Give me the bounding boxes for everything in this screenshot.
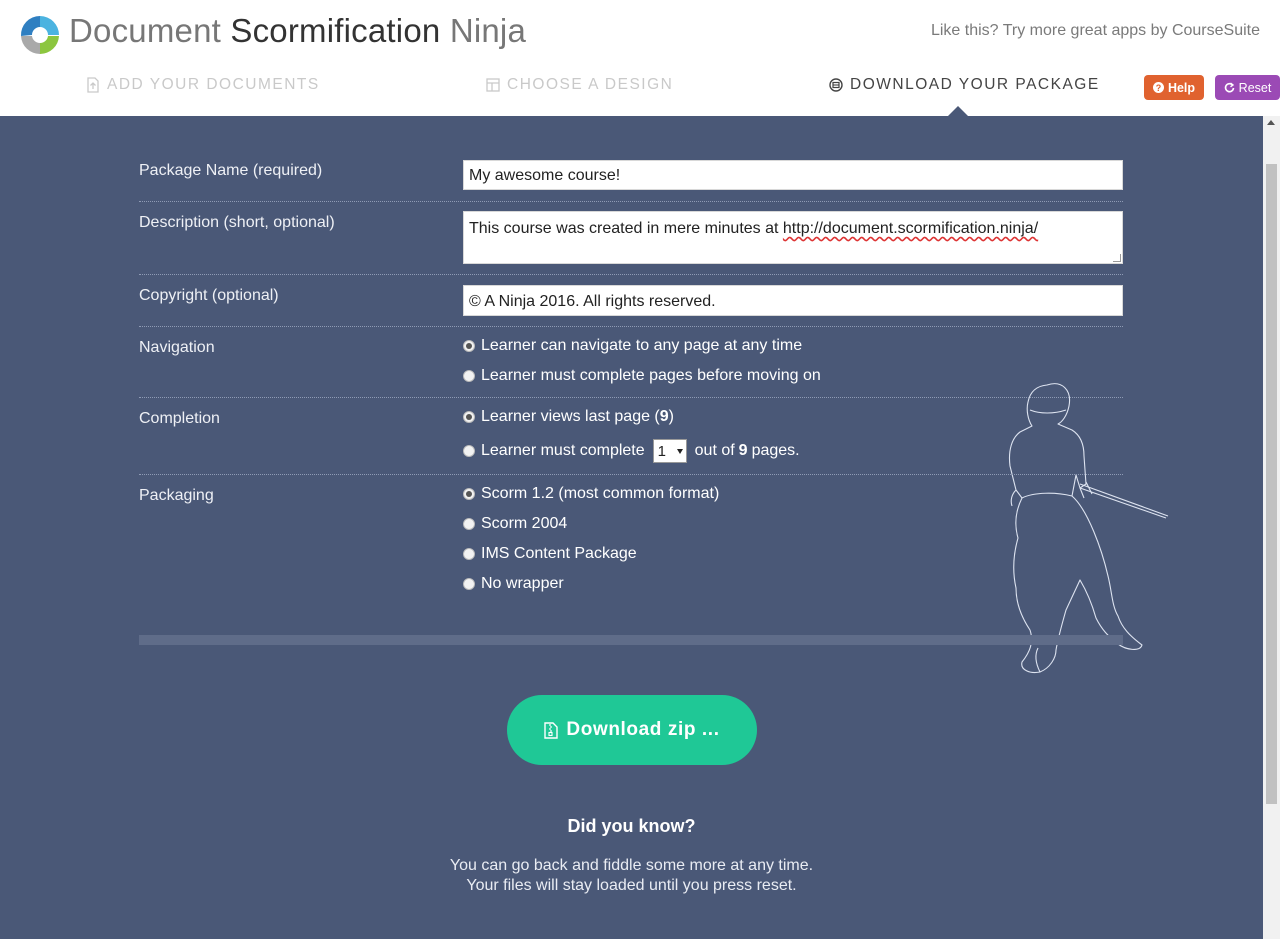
package-name-input[interactable]: My awesome course! [463, 160, 1123, 190]
radio-unselected[interactable] [463, 578, 475, 590]
chevron-down-icon [676, 448, 683, 454]
active-tab-pointer [948, 106, 968, 116]
packaging-option-ims[interactable]: IMS Content Package [463, 545, 637, 563]
row-divider [139, 326, 1123, 327]
copyright-label: Copyright (optional) [139, 287, 279, 304]
question-icon: ? [1152, 82, 1164, 93]
completion-label: Completion [139, 410, 220, 427]
navigation-option-any-page[interactable]: Learner can navigate to any page at any … [463, 337, 802, 355]
radio-selected[interactable] [463, 411, 475, 423]
radio-unselected[interactable] [463, 445, 475, 457]
coursesuite-promo-link[interactable]: Like this? Try more great apps by Course… [931, 22, 1260, 40]
upload-file-icon [87, 77, 99, 93]
tab-download-package[interactable]: DOWNLOAD YOUR PACKAGE [829, 76, 1100, 94]
tip-line-1: You can go back and fiddle some more at … [449, 857, 814, 874]
radio-unselected[interactable] [463, 518, 475, 530]
packaging-option-no-wrapper[interactable]: No wrapper [463, 575, 564, 593]
tab-choose-design[interactable]: CHOOSE A DESIGN [486, 76, 673, 94]
layout-grid-icon [486, 78, 500, 92]
tip-title: Did you know? [567, 816, 696, 836]
package-icon [829, 78, 843, 92]
help-button[interactable]: ? Help [1144, 75, 1204, 100]
completion-option-last-page[interactable]: Learner views last page (9) [463, 408, 674, 426]
description-url: http://document.scormification.ninja/ [782, 220, 1039, 237]
completion-option-page-count[interactable]: Learner must complete 1 out of 9 pages. [463, 439, 800, 463]
scrollbar-thumb[interactable] [1266, 164, 1277, 804]
description-text: This course was created in mere minutes … [469, 220, 783, 237]
tab-add-documents[interactable]: ADD YOUR DOCUMENTS [86, 76, 320, 94]
app-logo-icon [20, 15, 59, 55]
row-divider [139, 474, 1123, 475]
packaging-label: Packaging [139, 487, 214, 504]
download-zip-button[interactable]: Download zip ... [507, 695, 757, 765]
navigation-label: Navigation [139, 339, 215, 356]
radio-unselected[interactable] [463, 370, 475, 382]
description-label: Description (short, optional) [139, 214, 335, 231]
row-divider [139, 397, 1123, 398]
row-divider [139, 274, 1123, 275]
copyright-input[interactable]: © A Ninja 2016. All rights reserved. [463, 285, 1123, 316]
page-scrollbar[interactable] [1263, 116, 1280, 939]
textarea-resize-handle[interactable] [1113, 254, 1121, 262]
row-divider [139, 201, 1123, 202]
radio-selected[interactable] [463, 488, 475, 500]
scroll-up-arrow-icon[interactable] [1267, 120, 1275, 125]
navigation-option-sequential[interactable]: Learner must complete pages before movin… [463, 367, 821, 385]
app-title: Document Scormification Ninja [69, 12, 527, 49]
packaging-option-scorm2004[interactable]: Scorm 2004 [463, 515, 567, 533]
app-header: Document Scormification Ninja Like this?… [0, 0, 1280, 116]
radio-unselected[interactable] [463, 548, 475, 560]
refresh-icon [1224, 82, 1234, 93]
progress-bar [139, 635, 1123, 645]
zip-file-icon [544, 721, 559, 739]
description-textarea[interactable]: This course was created in mere minutes … [463, 211, 1123, 264]
page-count-select[interactable]: 1 [652, 439, 687, 463]
package-name-label: Package Name (required) [139, 162, 323, 179]
tip-line-2: Your files will stay loaded until you pr… [466, 877, 797, 894]
packaging-option-scorm12[interactable]: Scorm 1.2 (most common format) [463, 485, 719, 503]
reset-button[interactable]: Reset [1215, 75, 1280, 100]
radio-selected[interactable] [463, 340, 475, 352]
